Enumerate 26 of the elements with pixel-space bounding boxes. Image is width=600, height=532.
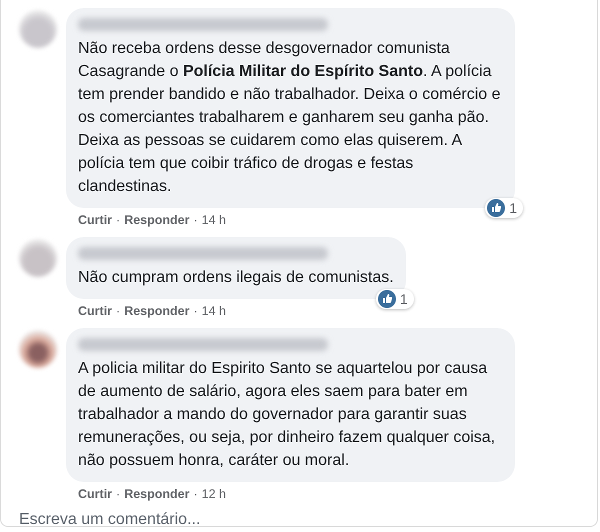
comment-text: Não receba ordens desse desgovernador comunista Casagrande o Polícia Militar do Espírito Santo. A polícia tem prender bandido e não trabalhador. Deixa o comércio e os comerciantes trabalharem e ganharem seu ganha pão. Deixa as pessoas se cuidarem como elas quiserem. A polícia tem que coibir tráfico de drogas e festas clandestinas. [78,39,502,197]
avatar [19,330,57,368]
avatar [19,239,57,277]
comment-text: A policia militar do Espirito Santo se aquartelou por causa de aumento de salário, agora eles saem para bater em trabalhador a mando do governador para garantir suas remunerações, ou seja, por dinheiro fazem qualquer coisa, não possuem honra, caráter ou moral. [78,359,496,471]
reply-link[interactable]: Responder [124,213,190,227]
reply-link[interactable]: Responder [124,304,190,318]
separator: · [116,487,120,501]
timestamp: 14 h [202,213,226,227]
like-link[interactable]: Curtir [78,487,112,501]
avatar [19,10,57,48]
reaction-badge[interactable]: 1 [376,289,414,309]
timestamp: 14 h [202,304,226,318]
comment-text: Não cumpram ordens ilegais de comunistas. [78,268,394,288]
like-link[interactable]: Curtir [78,304,112,318]
separator: · [116,304,120,318]
separator: · [194,304,198,318]
separator: · [194,487,198,501]
timestamp: 12 h [202,487,226,501]
like-icon [378,290,396,308]
separator: · [116,213,120,227]
separator: · [194,213,198,227]
reaction-badge[interactable]: 1 [485,198,523,218]
like-link[interactable]: Curtir [78,213,112,227]
comment-input[interactable]: Escreva um comentário... [19,511,319,529]
like-icon [487,199,506,217]
reply-link[interactable]: Responder [124,487,190,501]
